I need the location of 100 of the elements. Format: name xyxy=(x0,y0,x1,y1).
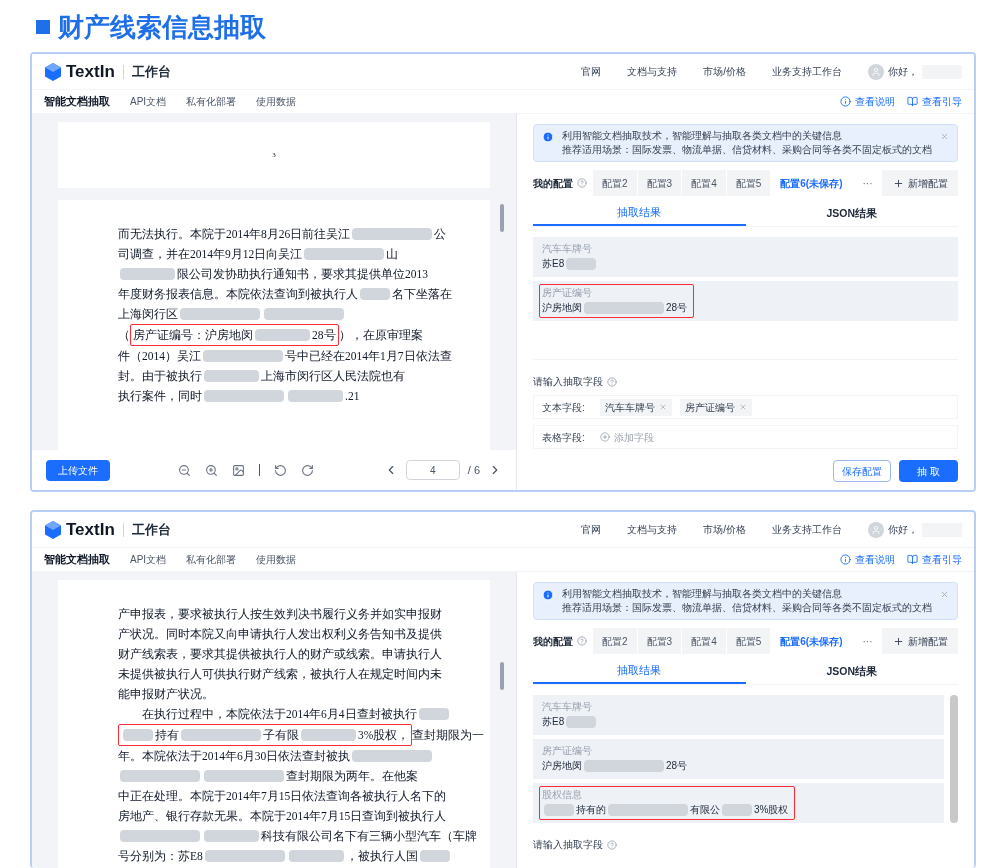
extract-button[interactable]: 抽 取 xyxy=(899,460,958,482)
nav-tab[interactable]: 智能文档抽取 xyxy=(44,93,110,110)
text-run: 沪房地闵 xyxy=(542,301,582,315)
nav-link[interactable]: 文档与支持 xyxy=(627,522,678,537)
text-run: 能申报财产状况。 xyxy=(118,687,214,702)
scrollbar-thumb[interactable] xyxy=(500,204,504,232)
scrollbar[interactable] xyxy=(950,695,958,823)
text-run: 28号 xyxy=(666,301,688,315)
field-label: 汽车车牌号 xyxy=(542,242,593,256)
nav-tab[interactable]: 私有化部署 xyxy=(186,552,237,567)
result-tab[interactable]: 抽取结果 xyxy=(533,660,746,684)
text-run: 苏E8 xyxy=(542,257,565,271)
text-run: 房产证编号：沪房地闵 xyxy=(133,328,253,343)
close-icon[interactable] xyxy=(940,131,949,142)
nav-link[interactable]: 市场/价格 xyxy=(703,522,746,537)
text-run: 查封期限为一 xyxy=(412,728,485,743)
remove-icon[interactable] xyxy=(659,403,667,411)
notice-text: 利用智能文档抽取技术，智能理解与抽取各类文档中的关键信息 xyxy=(562,587,843,601)
redacted-block xyxy=(566,258,597,270)
nav-link[interactable]: 业务支持工作台 xyxy=(772,64,842,79)
remove-icon[interactable] xyxy=(739,403,747,411)
config-tab[interactable]: 配置4 xyxy=(682,628,727,654)
text-run: 房地产、银行存款无果。本院于2014年7月15日查询到被执行人 xyxy=(118,809,447,824)
text-run: 查封期限为两年。在他案 xyxy=(286,769,418,784)
nav-link[interactable]: 文档与支持 xyxy=(627,64,678,79)
more-button[interactable]: ··· xyxy=(852,170,883,196)
text-run: 持有 xyxy=(155,728,179,743)
help-link[interactable]: 查看说明 xyxy=(855,94,895,109)
guide-link[interactable]: 查看引导 xyxy=(922,552,962,567)
text-run: .21 xyxy=(345,389,360,404)
config-tab[interactable]: 配置3 xyxy=(637,170,683,196)
config-tab[interactable]: 配置5 xyxy=(726,170,772,196)
row-label: 表格字段: xyxy=(542,430,586,445)
nav-link[interactable]: 官网 xyxy=(581,64,602,79)
text-run: 号分别为：苏E8 xyxy=(118,849,203,864)
nav-link[interactable]: 市场/价格 xyxy=(703,64,746,79)
cube-logo-icon xyxy=(44,61,62,82)
result-tab[interactable]: JSON结果 xyxy=(745,202,958,226)
more-button[interactable]: ··· xyxy=(852,628,883,654)
field-label: 汽车车牌号 xyxy=(542,700,593,714)
field-label: 房产证编号 xyxy=(542,286,593,300)
redacted-block xyxy=(544,804,574,816)
upload-button[interactable]: 上传文件 xyxy=(46,459,110,481)
avatar-icon xyxy=(868,63,884,80)
close-icon[interactable] xyxy=(940,589,949,600)
save-config-button[interactable]: 保存配置 xyxy=(833,460,892,482)
guide-link[interactable]: 查看引导 xyxy=(922,94,962,109)
config-tab[interactable]: 配置5 xyxy=(726,628,772,654)
field-label: 股权信息 xyxy=(542,788,583,802)
nav-tab[interactable]: 使用数据 xyxy=(256,94,297,109)
field-tag[interactable]: 房产证编号 xyxy=(680,398,752,416)
brand-name: TextIn xyxy=(66,518,115,541)
text-run: 有限公 xyxy=(690,803,720,817)
nav-tab[interactable]: 私有化部署 xyxy=(186,94,237,109)
plus-icon xyxy=(892,177,904,189)
redacted-block xyxy=(120,268,175,280)
redacted-block xyxy=(418,708,449,720)
image-icon[interactable] xyxy=(232,463,245,477)
zoom-in-icon[interactable] xyxy=(205,463,218,477)
add-config-button[interactable]: 新增配置 xyxy=(882,170,958,196)
nav-link[interactable]: 官网 xyxy=(581,522,602,537)
redacted-block xyxy=(204,830,259,842)
result-tab[interactable]: 抽取结果 xyxy=(533,202,746,226)
nav-tab[interactable]: API文档 xyxy=(130,94,167,109)
rotate-left-icon[interactable] xyxy=(274,463,287,477)
text-run: 28号 xyxy=(312,328,336,343)
redacted-block xyxy=(255,329,310,341)
config-tab[interactable]: 配置4 xyxy=(682,170,727,196)
config-tab[interactable]: 配置3 xyxy=(637,628,683,654)
extract-fields-label: 请输入抽取字段 xyxy=(533,838,603,852)
config-tab[interactable]: 配置2 xyxy=(593,628,638,654)
text-run: 封。由于被执行 xyxy=(118,369,202,384)
help-link[interactable]: 查看说明 xyxy=(855,552,895,567)
row-label: 文本字段: xyxy=(542,400,586,415)
info-icon xyxy=(840,554,851,565)
text-run: 年。本院依法于2014年6月30日依法查封被执 xyxy=(118,749,351,764)
result-tab[interactable]: JSON结果 xyxy=(745,660,958,684)
add-config-button[interactable]: 新增配置 xyxy=(882,628,958,654)
zoom-out-icon[interactable] xyxy=(178,463,191,477)
rotate-right-icon[interactable] xyxy=(301,463,314,477)
extract-field-row[interactable]: 表格字段: 添加字段 xyxy=(533,425,958,449)
field-tag[interactable]: 汽车车牌号 xyxy=(600,398,672,416)
redacted-block xyxy=(288,850,344,862)
text-run: 山 xyxy=(386,247,399,262)
redacted-block xyxy=(722,804,752,816)
info-icon xyxy=(542,589,554,601)
text-run: 年度财务报表信息。本院依法查询到被执行人 xyxy=(118,287,358,302)
cube-logo-icon xyxy=(44,519,62,540)
nav-tab[interactable]: 使用数据 xyxy=(256,552,297,567)
extract-field-row[interactable]: 文本字段: 汽车车牌号 房产证编号 xyxy=(533,395,958,419)
add-icon[interactable] xyxy=(600,432,610,442)
nav-tab[interactable]: API文档 xyxy=(130,552,167,567)
config-tab[interactable]: 配置2 xyxy=(593,170,638,196)
text-run: 科技有限公司名下有三辆小型汽车（车牌 xyxy=(261,829,477,844)
help-icon xyxy=(577,178,587,188)
text-run: 28号 xyxy=(666,759,688,773)
scrollbar-thumb[interactable] xyxy=(500,662,504,690)
nav-link[interactable]: 业务支持工作台 xyxy=(772,522,842,537)
nav-tab[interactable]: 智能文档抽取 xyxy=(44,551,110,568)
page-input[interactable]: 4 xyxy=(405,460,460,480)
